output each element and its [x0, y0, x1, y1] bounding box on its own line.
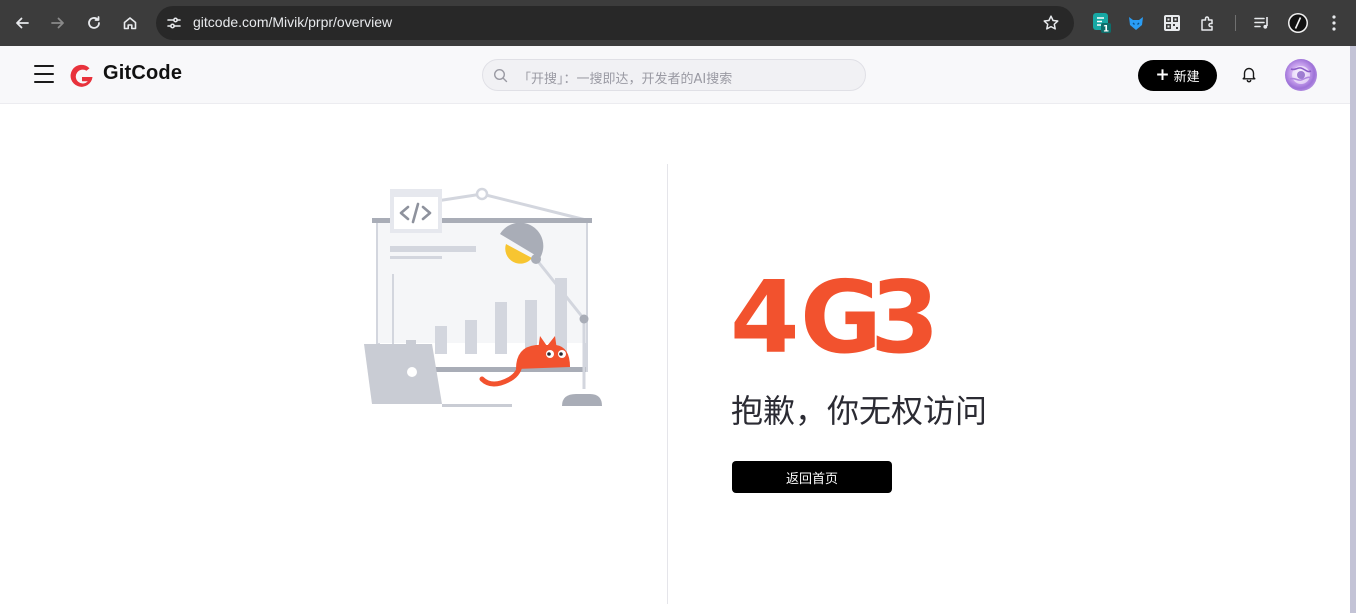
site-header: GitCode 「开搜」：一搜即达，开发者的AI搜索 + 新建 — [0, 46, 1350, 104]
error-message: 抱歉，你无权访问 — [731, 392, 988, 430]
gitcode-logo-icon[interactable] — [68, 62, 95, 89]
url-text: gitcode.com/Mivik/prpr/overview — [193, 14, 393, 30]
new-button[interactable]: + 新建 — [1138, 60, 1217, 91]
site-info-icon[interactable] — [165, 14, 183, 32]
profile-avatar-icon[interactable] — [1287, 12, 1309, 34]
media-queue-icon[interactable] — [1251, 12, 1273, 34]
browser-menu-icon[interactable] — [1323, 12, 1345, 34]
search-icon — [493, 68, 508, 87]
user-avatar[interactable] — [1285, 59, 1317, 91]
extensions-puzzle-icon[interactable] — [1197, 12, 1219, 34]
plus-icon: + — [1155, 65, 1170, 85]
error-code-403: 4 G 3 — [730, 272, 940, 362]
extension-fox-icon[interactable] — [1125, 12, 1147, 34]
forward-icon[interactable] — [45, 10, 71, 36]
menu-icon[interactable] — [34, 65, 54, 83]
qr-code-icon[interactable] — [1161, 12, 1183, 34]
toolbar-separator — [1235, 15, 1236, 31]
bookmark-star-icon[interactable] — [1042, 14, 1060, 36]
search-input[interactable]: 「开搜」：一搜即达，开发者的AI搜索 — [482, 59, 866, 91]
extension-badge-count: 1 — [1103, 25, 1109, 35]
back-icon[interactable] — [9, 10, 35, 36]
page-scrollbar[interactable] — [1350, 46, 1356, 613]
vertical-divider — [667, 164, 668, 604]
error-code-digit-3: 3 — [870, 272, 940, 362]
reload-icon[interactable] — [81, 10, 107, 36]
new-button-label: 新建 — [1173, 70, 1200, 85]
back-to-home-button[interactable]: 返回首页 — [732, 461, 892, 493]
notification-bell-icon[interactable] — [1240, 65, 1258, 87]
address-bar[interactable]: gitcode.com/Mivik/prpr/overview — [156, 6, 1074, 40]
search-placeholder: 「开搜」：一搜即达，开发者的AI搜索 — [518, 72, 733, 87]
logo-text[interactable]: GitCode — [103, 62, 182, 85]
extension-teal-icon[interactable]: 1 — [1091, 12, 1113, 34]
home-icon[interactable] — [117, 10, 143, 36]
error-code-digit-1: 4 — [730, 272, 800, 362]
forbidden-illustration — [364, 187, 602, 407]
browser-toolbar: gitcode.com/Mivik/prpr/overview 1 — [0, 0, 1356, 46]
